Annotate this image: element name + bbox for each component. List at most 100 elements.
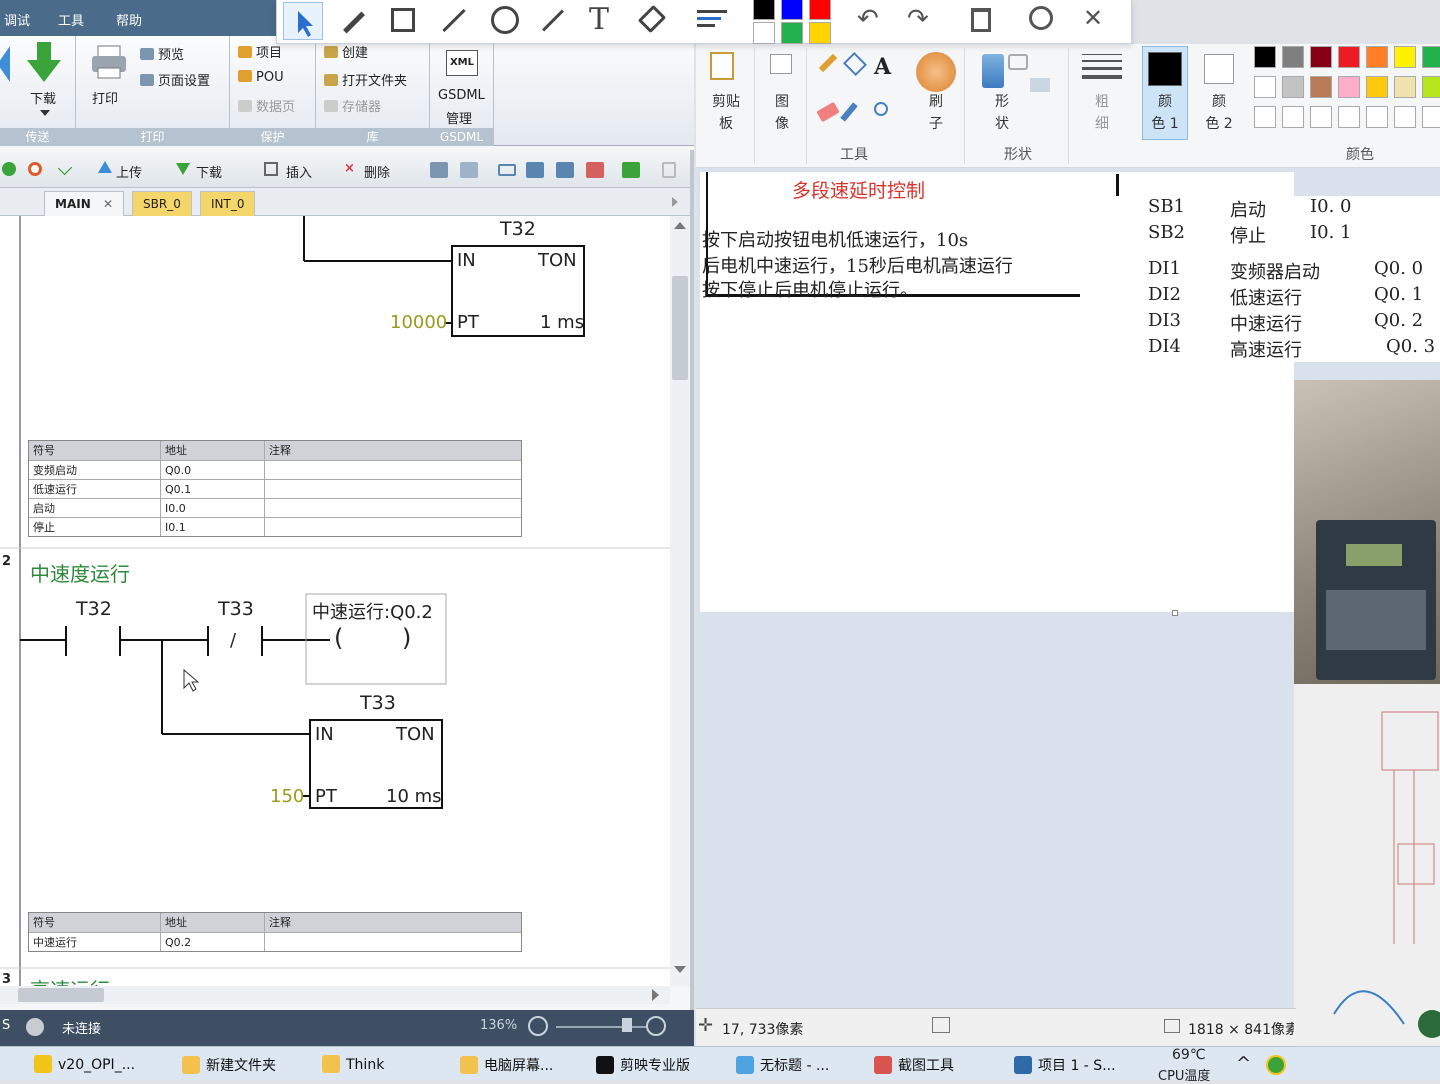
palette-swatch-empty[interactable] <box>1394 106 1416 128</box>
download-arrow-icon[interactable] <box>26 42 62 84</box>
xml-icon[interactable]: XML <box>446 50 478 76</box>
palette-swatch[interactable] <box>1282 76 1304 98</box>
ellipse-tool-icon[interactable] <box>491 6 519 34</box>
taskbar-item-paint[interactable]: 无标题 - ... <box>736 1055 829 1075</box>
arrow-right-icon[interactable] <box>556 162 574 178</box>
color-swatch-white[interactable] <box>753 22 775 44</box>
download-icon[interactable] <box>176 163 190 175</box>
scroll-down-icon[interactable] <box>674 966 686 973</box>
close-icon[interactable]: ✕ <box>1083 4 1103 32</box>
line-tool-icon[interactable] <box>442 8 466 33</box>
line-width-icon[interactable] <box>697 10 727 32</box>
image-label-2[interactable]: 像 <box>764 114 800 134</box>
lock-icon[interactable] <box>662 162 676 178</box>
shape-label-2[interactable]: 状 <box>984 114 1020 134</box>
clear-icon[interactable] <box>586 162 604 178</box>
page-setup-button[interactable]: 页面设置 <box>140 70 210 89</box>
clipboard-icon[interactable] <box>710 52 734 80</box>
ladder-editor[interactable]: T32 IN TON PT 1 ms 10000 符号 地址 注释 变频启动 Q0… <box>0 216 670 986</box>
eraser-icon[interactable] <box>816 101 840 123</box>
contact-label-t33[interactable]: T33 <box>218 598 254 620</box>
color-swatch-red[interactable] <box>809 0 831 20</box>
zoom-in-icon[interactable] <box>646 1016 666 1036</box>
insert-toolbar-button[interactable]: 插入 <box>286 162 312 181</box>
tab-sbr-0[interactable]: SBR_0 <box>132 191 192 216</box>
network-title[interactable]: 高速运行 <box>30 974 110 986</box>
pencil-icon[interactable] <box>818 53 838 73</box>
canvas-resize-handle[interactable] <box>1172 610 1178 616</box>
palette-swatch[interactable] <box>1282 46 1304 68</box>
palette-swatch[interactable] <box>1254 76 1276 98</box>
coil-label[interactable]: 中速运行:Q0.2 <box>312 598 433 624</box>
palette-swatch-empty[interactable] <box>1422 106 1440 128</box>
insert-icon[interactable] <box>264 162 278 176</box>
taskbar-item-jianying[interactable]: 剪映专业版 <box>596 1055 690 1075</box>
horizontal-scrollbar[interactable] <box>0 986 670 1004</box>
palette-swatch[interactable] <box>1310 76 1332 98</box>
eraser-tool-icon[interactable] <box>637 4 667 34</box>
text-tool-icon[interactable]: A <box>874 54 891 80</box>
redo-icon[interactable]: ↷ <box>907 4 929 34</box>
network-icon[interactable] <box>430 162 448 178</box>
memory-button[interactable]: 存储器 <box>324 96 381 115</box>
project-protect-button[interactable]: 项目 <box>238 42 282 61</box>
contact-label-t32[interactable]: T32 <box>76 598 112 620</box>
upload-icon[interactable] <box>98 161 112 173</box>
palette-swatch[interactable] <box>1366 46 1388 68</box>
delete-icon[interactable]: × <box>344 162 358 176</box>
select-tool-button[interactable] <box>283 2 323 40</box>
palette-swatch[interactable] <box>1422 76 1440 98</box>
preview-button[interactable]: 预览 <box>140 44 184 63</box>
create-library-button[interactable]: 创建 <box>324 42 368 61</box>
chevron-down-icon[interactable] <box>40 110 50 116</box>
palette-swatch-empty[interactable] <box>1282 106 1304 128</box>
delete-toolbar-button[interactable]: 删除 <box>364 162 390 181</box>
palette-swatch-empty[interactable] <box>1338 106 1360 128</box>
download-toolbar-button[interactable]: 下载 <box>196 162 222 181</box>
taskbar-item-screen-folder[interactable]: 电脑屏幕... <box>460 1055 553 1075</box>
scroll-right-icon[interactable] <box>652 989 659 1001</box>
palette-swatch-empty[interactable] <box>1310 106 1332 128</box>
text-tool-icon[interactable]: T <box>589 2 609 37</box>
size-label-1[interactable]: 粗 <box>1084 92 1120 112</box>
shape-label-1[interactable]: 形 <box>984 92 1020 112</box>
trash-icon[interactable] <box>971 8 991 32</box>
network-title[interactable]: 中速度运行 <box>30 558 130 587</box>
printer-icon[interactable] <box>90 44 128 80</box>
fill-bucket-icon[interactable] <box>842 51 868 77</box>
compile-icon[interactable] <box>57 160 73 176</box>
undo-icon[interactable]: ↶ <box>857 4 879 34</box>
download-button[interactable]: 下载 <box>30 88 56 107</box>
color1-swatch[interactable] <box>1148 52 1182 86</box>
palette-swatch[interactable] <box>1310 46 1332 68</box>
arrow-tool-icon[interactable] <box>542 9 564 32</box>
taskbar-item-project[interactable]: 项目 1 - S... <box>1014 1055 1116 1075</box>
palette-swatch[interactable] <box>1338 46 1360 68</box>
zoom-out-icon[interactable] <box>528 1016 548 1036</box>
palette-swatch[interactable] <box>1394 76 1416 98</box>
color2-label-1[interactable]: 颜 <box>1196 92 1242 112</box>
zoom-slider-thumb[interactable] <box>622 1018 632 1032</box>
color-swatch-blue[interactable] <box>781 0 803 20</box>
shapes-outline-icon[interactable] <box>1008 54 1028 70</box>
menu-help[interactable]: 帮助 <box>116 10 142 29</box>
gsdml-manage-label-2[interactable]: 管理 <box>446 108 472 127</box>
color-swatch-yellow[interactable] <box>809 22 831 44</box>
print-button[interactable]: 打印 <box>92 88 118 107</box>
chevron-right-icon[interactable] <box>672 197 678 207</box>
data-page-protect-button[interactable]: 数据页 <box>238 96 295 115</box>
tab-main[interactable]: MAIN ✕ <box>44 191 124 216</box>
zoom-icon[interactable] <box>1029 6 1053 30</box>
palette-swatch[interactable] <box>1254 46 1276 68</box>
palette-swatch-empty[interactable] <box>1366 106 1388 128</box>
scroll-up-icon[interactable] <box>674 222 686 229</box>
magnifier-icon[interactable] <box>874 102 888 116</box>
run-icon[interactable] <box>2 162 16 176</box>
color2-swatch[interactable] <box>1204 54 1234 84</box>
menu-tools[interactable]: 工具 <box>58 10 84 29</box>
palette-swatch[interactable] <box>1394 46 1416 68</box>
open-folder-button[interactable]: 打开文件夹 <box>324 70 407 89</box>
color-swatch-green[interactable] <box>781 22 803 44</box>
palette-swatch[interactable] <box>1338 76 1360 98</box>
window-icon[interactable] <box>498 164 516 176</box>
